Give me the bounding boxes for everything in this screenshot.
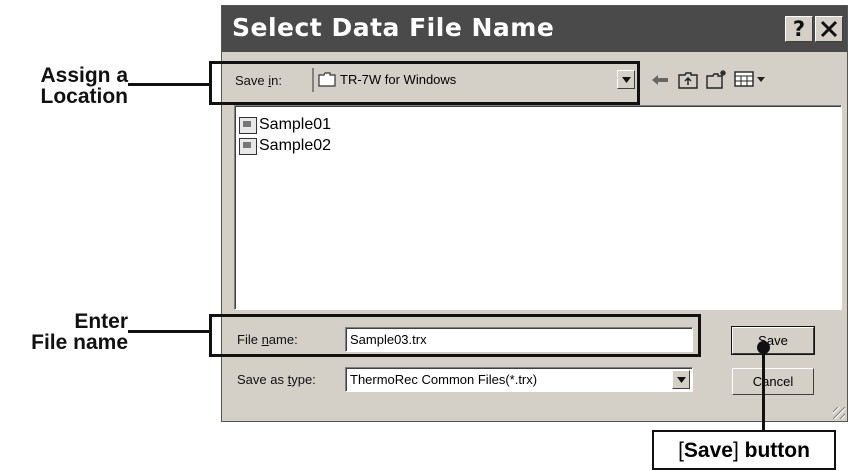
- callout-filename-box: [209, 314, 701, 357]
- chevron-down-icon: [676, 376, 686, 383]
- close-icon: [820, 20, 838, 38]
- callout-location: Assign a Location: [0, 65, 128, 107]
- save-as-type-value: ThermoRec Common Files(*.trx): [350, 372, 538, 387]
- list-item[interactable]: Sample02: [239, 137, 331, 155]
- callout-save-word: Save: [683, 438, 733, 462]
- callout-location-line1: Assign a: [40, 64, 128, 87]
- callout-filename: Enter File name: [0, 311, 128, 353]
- save-as-type-dropdown[interactable]: [672, 370, 690, 389]
- file-list[interactable]: Sample01 Sample02: [234, 105, 842, 310]
- up-folder-icon[interactable]: [677, 69, 699, 91]
- save-as-type-label-prefix: Save as: [237, 372, 288, 387]
- resize-grip[interactable]: [833, 407, 845, 419]
- cancel-button[interactable]: Cancel: [732, 368, 814, 395]
- callout-filename-line2: File name: [31, 331, 128, 354]
- save-button[interactable]: Save: [731, 326, 815, 355]
- callout-save-rest: button: [738, 438, 810, 462]
- data-file-icon: [239, 137, 257, 155]
- file-name-text: Sample01: [259, 116, 332, 133]
- back-arrow-icon[interactable]: [650, 70, 670, 90]
- callout-filename-line1: Enter: [74, 310, 128, 333]
- save-button-label: ave: [766, 333, 788, 348]
- callout-save-leader: [762, 347, 765, 430]
- callout-location-leader: [128, 83, 210, 86]
- callout-save-label: [Save] button: [652, 430, 836, 470]
- callout-location-line2: Location: [40, 85, 129, 108]
- data-file-icon: [239, 116, 257, 134]
- view-menu-icon[interactable]: [734, 68, 768, 90]
- list-item[interactable]: Sample01: [239, 116, 331, 134]
- close-button[interactable]: [815, 16, 843, 42]
- new-folder-icon[interactable]: [706, 68, 728, 90]
- help-button[interactable]: ?: [785, 16, 813, 42]
- save-as-type-label: Save as type:: [237, 372, 316, 387]
- callout-filename-leader: [128, 330, 210, 333]
- file-name-text: Sample02: [259, 137, 332, 154]
- title-bar: Select Data File Name ?: [222, 6, 847, 52]
- dialog-title: Select Data File Name: [232, 13, 555, 42]
- callout-location-box: [209, 61, 640, 105]
- save-as-type-label-suffix: ype:: [291, 372, 316, 387]
- save-as-type-select[interactable]: ThermoRec Common Files(*.trx): [345, 367, 693, 392]
